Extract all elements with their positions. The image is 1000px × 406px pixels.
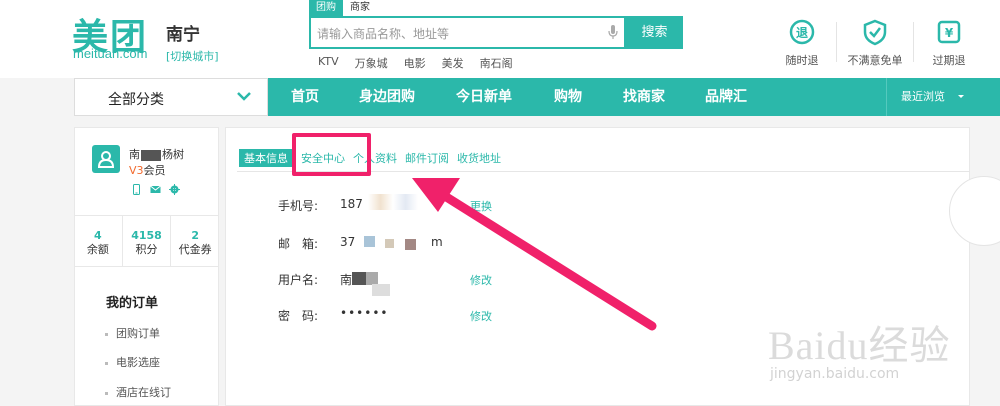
baidu-watermark: Baidu经验	[768, 323, 951, 369]
watermark-url: jingyan.baidu.com	[770, 366, 900, 382]
